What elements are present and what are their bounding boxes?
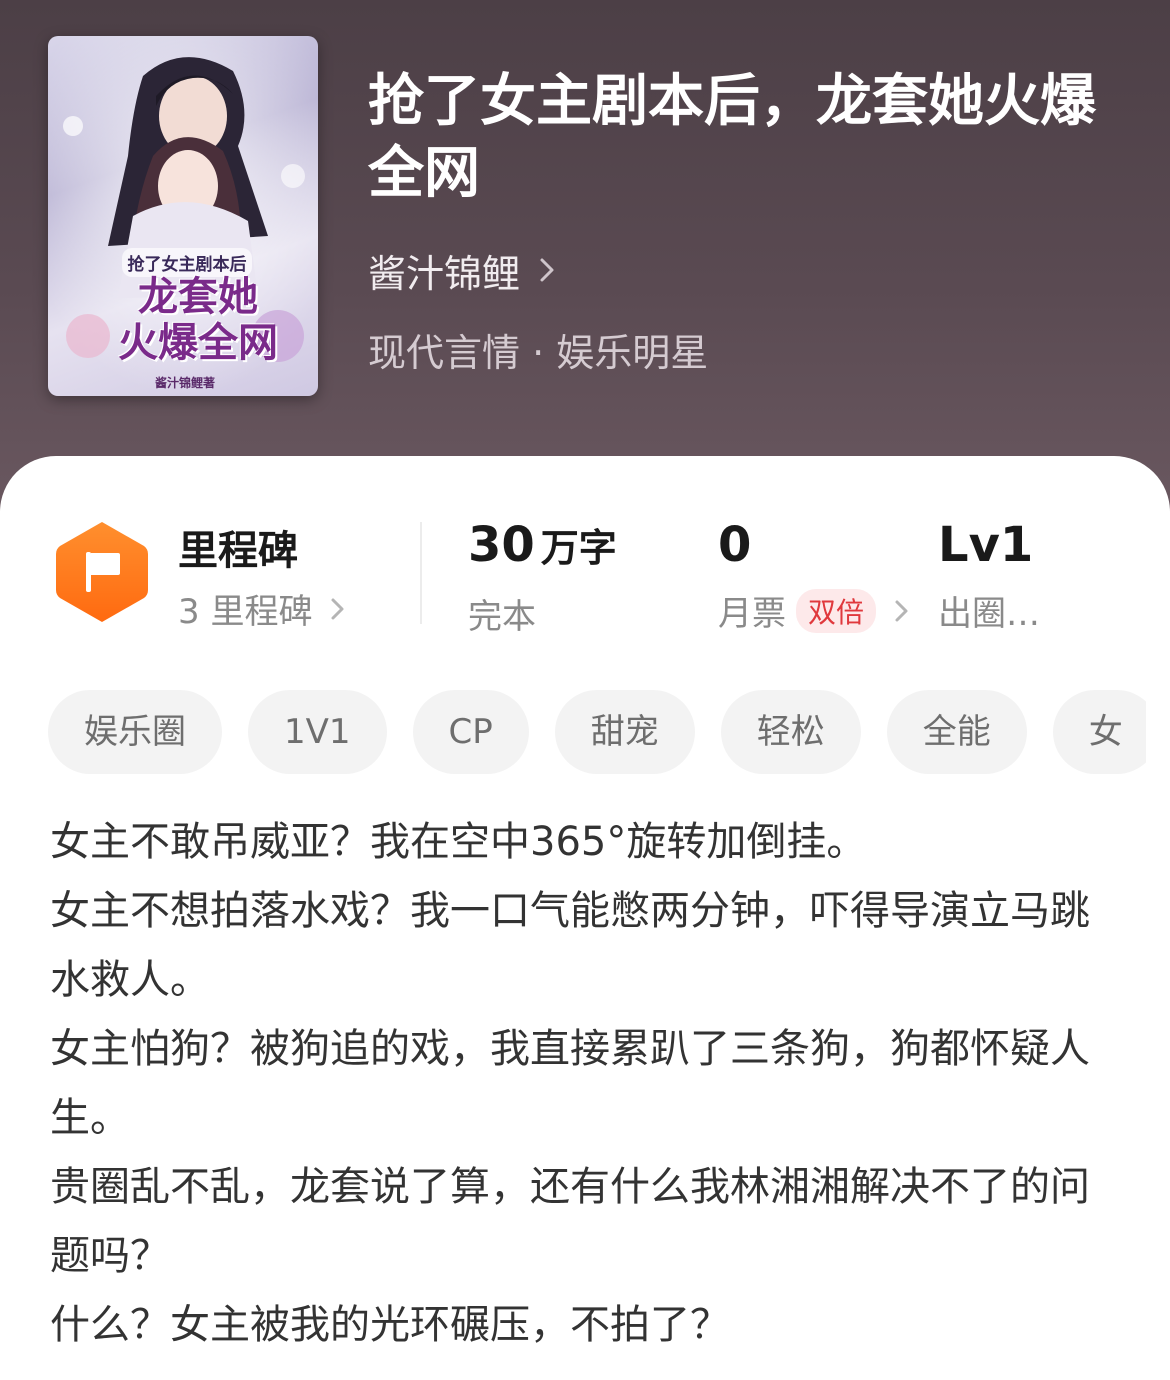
- synopsis-line: 什么？女主被我的光环碾压，不拍了？: [50, 1302, 730, 1348]
- synopsis-line: 女主不敢吊威亚？我在空中365°旋转加倒挂。: [50, 819, 867, 865]
- synopsis-line: 女主怕狗？被狗追的戏，我直接累趴了三条狗，狗都怀疑人生。: [50, 1026, 1090, 1141]
- book-title: 抢了女主剧本后，龙套她火爆全网: [368, 69, 1096, 206]
- book-cover[interactable]: 抢了女主剧本后 龙套她 火爆全网 酱汁锦鲤著: [48, 36, 318, 396]
- level-value: Lv1: [938, 517, 1034, 573]
- milestone-count-link[interactable]: 3 里程碑: [178, 584, 348, 633]
- author-link[interactable]: 酱汁锦鲤: [368, 244, 560, 296]
- tag-chip[interactable]: CP: [412, 690, 529, 774]
- tag-chip[interactable]: 甜宠: [554, 690, 695, 774]
- genre-label: 现代言情 · 娱乐明星: [368, 331, 709, 375]
- synopsis-line: 贵圈乱不乱，龙套说了算，还有什么我林湘湘解决不了的问题吗？: [50, 1164, 1090, 1279]
- tag-chip[interactable]: 1V1: [248, 690, 387, 774]
- tag-chip[interactable]: 全能: [886, 690, 1027, 774]
- cover-title-line2: 火爆全网: [118, 319, 278, 366]
- tag-chip[interactable]: 轻松: [720, 690, 861, 774]
- synopsis-line: 女主不想拍落水戏？我一口气能憋两分钟，吓得导演立马跳水救人。: [50, 888, 1090, 1003]
- chevron-right-icon: [895, 600, 908, 621]
- word-count-unit: 万字: [540, 526, 617, 570]
- word-count-stat: 30 万字 完本: [468, 516, 617, 638]
- tag-chip[interactable]: 娱乐圈: [48, 690, 222, 774]
- completion-status: 完本: [468, 597, 536, 637]
- double-badge: 双倍: [796, 588, 877, 633]
- word-count-value: 30: [468, 517, 535, 573]
- monthly-ticket-label: 月票: [718, 594, 786, 634]
- tags-row[interactable]: 娱乐圈 1V1 CP 甜宠 轻松 全能 女: [48, 690, 1146, 774]
- cover-title-art: 龙套她 火爆全网: [88, 274, 308, 366]
- milestone-count: 3 里程碑: [178, 592, 313, 632]
- author-name: 酱汁锦鲤: [368, 251, 521, 296]
- chevron-right-icon: [540, 258, 554, 282]
- milestone-flag-icon[interactable]: [54, 518, 150, 626]
- monthly-ticket-stat[interactable]: 0 月票 双倍: [718, 516, 912, 635]
- cover-title-line1: 龙套她: [138, 273, 258, 320]
- chevron-right-icon: [331, 598, 344, 619]
- tag-chip[interactable]: 女: [1052, 690, 1146, 774]
- monthly-ticket-value: 0: [718, 517, 752, 573]
- milestone-title[interactable]: 里程碑: [178, 518, 298, 576]
- cover-author-art: 酱汁锦鲤著: [154, 376, 215, 390]
- stats-divider: [420, 522, 422, 624]
- level-stat[interactable]: Lv1 出圈…: [938, 516, 1040, 635]
- level-label: 出圈…: [938, 594, 1040, 634]
- synopsis[interactable]: 女主不敢吊威亚？我在空中365°旋转加倒挂。 女主不想拍落水戏？我一口气能憋两分…: [50, 808, 1126, 1360]
